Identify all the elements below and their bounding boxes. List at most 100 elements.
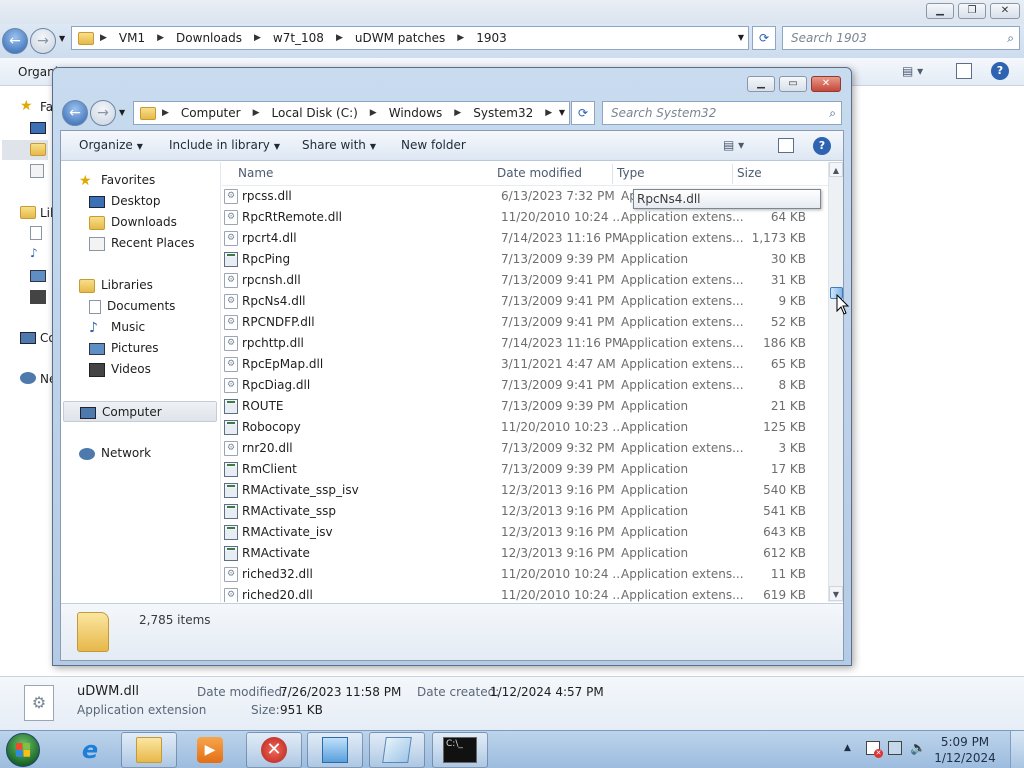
preview-pane-icon[interactable] xyxy=(778,138,794,153)
system-clock[interactable]: 5:09 PM 1/12/2024 xyxy=(930,734,1000,766)
file-row[interactable]: RpcDiag.dll 7/13/2009 9:41 PM Application … xyxy=(222,375,828,396)
forward-button[interactable]: → xyxy=(30,28,56,54)
taskbar-command-prompt[interactable]: C:\_ xyxy=(432,732,488,768)
file-row[interactable]: RpcEpMap.dll 3/11/2021 4:47 AM Application… xyxy=(222,354,828,375)
share-with-button[interactable]: Share with ▼ xyxy=(302,138,376,152)
background-address-bar[interactable]: ▶ VM1 ▶ Downloads ▶ w7t_108 ▶ uDWM patch… xyxy=(71,26,749,50)
taskbar-internet-explorer[interactable]: e xyxy=(62,732,118,768)
breadcrumb-item[interactable]: Local Disk (C:) xyxy=(266,106,364,120)
minimize-button[interactable]: ▁ xyxy=(926,3,954,19)
file-row[interactable]: riched20.dll 11/20/2010 10:24 ...Applicat… xyxy=(222,585,828,602)
breadcrumb-item[interactable]: VM1 xyxy=(113,31,151,45)
file-row[interactable]: rpchttp.dll 7/14/2023 11:16 PMApplication… xyxy=(222,333,828,354)
vertical-scrollbar[interactable]: ▲ ▼ xyxy=(828,162,843,602)
include-in-library-button[interactable]: Include in library ▼ xyxy=(169,138,280,152)
breadcrumb-item[interactable]: uDWM patches xyxy=(349,31,451,45)
views-icon[interactable]: ▤ ▾ xyxy=(902,64,923,78)
breadcrumb-item[interactable]: 1903 xyxy=(470,31,513,45)
chevron-right-icon[interactable]: ▶ xyxy=(330,33,349,43)
file-row[interactable]: RPCNDFP.dll 7/13/2009 9:41 PM Application … xyxy=(222,312,828,333)
column-divider[interactable] xyxy=(732,164,733,184)
column-size[interactable]: Size xyxy=(737,166,762,180)
chevron-right-icon[interactable]: ▶ xyxy=(151,33,170,43)
file-row[interactable]: RpcRtRemote.dll 11/20/2010 10:24 ...Appli… xyxy=(222,207,828,228)
chevron-right-icon[interactable]: ▶ xyxy=(94,33,113,43)
help-icon[interactable]: ? xyxy=(991,62,1009,80)
address-bar[interactable]: ▶ Computer ▶ Local Disk (C:) ▶ Windows ▶… xyxy=(133,101,570,125)
scroll-down-arrow-icon[interactable]: ▼ xyxy=(829,586,843,601)
taskbar-notepad[interactable] xyxy=(369,732,425,768)
breadcrumb-item[interactable]: Downloads xyxy=(170,31,248,45)
breadcrumb-item[interactable]: System32 xyxy=(467,106,539,120)
nav-network[interactable]: Network xyxy=(79,443,237,464)
maximize-button[interactable]: ▭ xyxy=(779,76,807,92)
nav-computer[interactable]: Computer xyxy=(63,401,217,422)
search-input[interactable]: Search System32 ⌕ xyxy=(602,101,842,125)
show-hidden-icons-icon[interactable]: ▲ xyxy=(844,743,851,753)
help-icon[interactable]: ? xyxy=(813,137,831,155)
chevron-right-icon[interactable]: ▶ xyxy=(451,33,470,43)
breadcrumb-item[interactable]: Computer xyxy=(175,106,247,120)
address-dropdown-icon[interactable]: ▼ xyxy=(559,108,565,117)
file-row[interactable]: Robocopy 11/20/2010 10:23 ... Application 1… xyxy=(222,417,828,438)
file-row[interactable]: rpcrt4.dll 7/14/2023 11:16 PMApplication … xyxy=(222,228,828,249)
new-folder-button[interactable]: New folder xyxy=(401,138,466,152)
refresh-icon[interactable]: ⟳ xyxy=(571,101,595,125)
breadcrumb-item[interactable]: Windows xyxy=(383,106,449,120)
taskbar-control-panel[interactable] xyxy=(307,732,363,768)
file-row[interactable]: RMActivate_ssp_isv 12/3/2013 9:16 PM Appli… xyxy=(222,480,828,501)
chevron-right-icon[interactable]: ▶ xyxy=(448,108,467,118)
nav-libraries[interactable]: Libraries xyxy=(79,275,237,296)
downloads-icon xyxy=(89,215,105,230)
file-row[interactable]: ROUTE 7/13/2009 9:39 PM Application 21 KB xyxy=(222,396,828,417)
breadcrumb-item[interactable]: w7t_108 xyxy=(267,31,330,45)
column-divider[interactable] xyxy=(612,164,613,184)
recent-pages-arrow-icon[interactable]: ▼ xyxy=(119,108,125,117)
action-center-icon[interactable]: ✕ xyxy=(866,741,883,758)
file-row[interactable]: RMActivate_isv 12/3/2013 9:16 PM Applicati… xyxy=(222,522,828,543)
maximize-button[interactable]: ❐ xyxy=(958,3,986,19)
taskbar-error-app[interactable]: ✕ xyxy=(246,732,302,768)
search-icon[interactable]: ⌕ xyxy=(829,102,836,124)
file-row[interactable]: RmClient 7/13/2009 9:39 PM Application 17 K… xyxy=(222,459,828,480)
show-desktop-button[interactable] xyxy=(1010,731,1024,768)
recent-pages-arrow-icon[interactable]: ▼ xyxy=(59,34,65,43)
chevron-right-icon[interactable]: ▶ xyxy=(539,108,558,118)
file-row[interactable]: RpcNs4.dll 7/13/2009 9:41 PM Application e… xyxy=(222,291,828,312)
start-button[interactable] xyxy=(6,733,40,767)
back-button[interactable]: ← xyxy=(2,28,28,54)
search-icon[interactable]: ⌕ xyxy=(1007,27,1014,49)
network-status-icon[interactable] xyxy=(888,741,902,755)
application-icon xyxy=(224,504,238,519)
chevron-right-icon[interactable]: ▶ xyxy=(364,108,383,118)
file-row[interactable]: RpcPing 7/13/2009 9:39 PM Application 30 KB xyxy=(222,249,828,270)
chevron-right-icon[interactable]: ▶ xyxy=(247,108,266,118)
minimize-button[interactable]: ▁ xyxy=(747,76,775,92)
file-row[interactable]: RMActivate_ssp 12/3/2013 9:16 PM Applicati… xyxy=(222,501,828,522)
details-size: 951 KB xyxy=(280,703,323,717)
taskbar-windows-explorer[interactable] xyxy=(121,732,177,768)
views-icon[interactable]: ▤ ▾ xyxy=(723,138,744,152)
volume-muted-icon[interactable]: 🔈 xyxy=(910,741,926,756)
taskbar-media-player[interactable]: ▶ xyxy=(182,732,238,768)
column-name[interactable]: Name xyxy=(238,166,273,180)
column-type[interactable]: Type xyxy=(617,166,645,180)
nav-favorites[interactable]: ★ Favorites xyxy=(79,170,237,191)
preview-pane-icon[interactable] xyxy=(956,63,972,79)
organize-button[interactable]: Organize ▼ xyxy=(79,138,143,152)
column-date-modified[interactable]: Date modified xyxy=(497,166,582,180)
chevron-right-icon[interactable]: ▶ xyxy=(156,108,175,118)
back-button[interactable]: ← xyxy=(62,100,88,126)
file-row[interactable]: rpcnsh.dll 7/13/2009 9:41 PM Application e… xyxy=(222,270,828,291)
file-row[interactable]: RMActivate 12/3/2013 9:16 PM Application 61… xyxy=(222,543,828,564)
chevron-right-icon[interactable]: ▶ xyxy=(248,33,267,43)
address-dropdown-icon[interactable]: ▼ xyxy=(738,33,744,42)
background-search-input[interactable]: Search 1903 ⌕ xyxy=(782,26,1020,50)
refresh-icon[interactable]: ⟳ xyxy=(752,26,776,50)
file-row[interactable]: rnr20.dll 7/13/2009 9:32 PM Application ex… xyxy=(222,438,828,459)
close-button[interactable]: ✕ xyxy=(990,3,1020,19)
close-button[interactable]: ✕ xyxy=(811,76,841,92)
scroll-up-arrow-icon[interactable]: ▲ xyxy=(829,162,843,177)
file-row[interactable]: riched32.dll 11/20/2010 10:24 ...Applicat… xyxy=(222,564,828,585)
forward-button[interactable]: → xyxy=(90,100,116,126)
